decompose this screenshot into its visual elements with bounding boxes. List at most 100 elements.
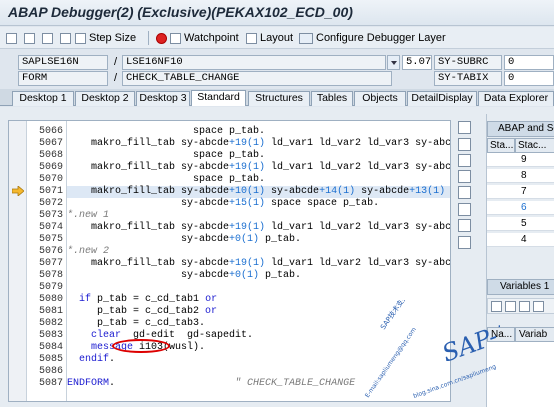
line-number: 5071 (38, 186, 63, 197)
stack-row-indicator[interactable] (487, 233, 515, 247)
line-number: 5068 (38, 150, 63, 161)
stack-column-1[interactable]: Sta... (487, 138, 515, 153)
tab-tables[interactable]: Tables (311, 91, 353, 106)
tab-standard[interactable]: Standard (191, 90, 246, 106)
configure-layer-button[interactable]: Configure Debugger Layer (299, 30, 446, 46)
tab-desktop-2[interactable]: Desktop 2 (75, 91, 135, 106)
stack-row-level[interactable]: 7 (515, 185, 554, 199)
line-number: 5074 (38, 222, 63, 233)
toolbar-divider (148, 31, 149, 45)
stack-row-indicator[interactable] (487, 201, 515, 215)
code-line: space p_tab. (67, 174, 266, 185)
line-number: 5069 (38, 162, 63, 173)
layout-label: Layout (260, 32, 294, 44)
close-tool-icon[interactable] (458, 121, 471, 134)
layout-button[interactable]: Layout (246, 30, 293, 46)
line-number: 5083 (38, 330, 63, 341)
line-number: 5080 (38, 294, 63, 305)
line-number-field: 5.071 (402, 55, 432, 70)
include-dropdown-button[interactable] (387, 55, 400, 70)
code-lines: space p_tab. makro_fill_tab sy-abcde+19(… (67, 121, 450, 401)
line-number: 5078 (38, 270, 63, 281)
var-tool-1-icon[interactable] (491, 301, 502, 312)
code-line: space p_tab. (67, 126, 266, 137)
line-number: 5084 (38, 342, 63, 353)
watchpoint-icon (170, 32, 181, 44)
maximize-tool-icon[interactable] (458, 154, 471, 167)
standard-desktop: 5066 5067 5068 5069 5070 5071 5072 5073 5074 5075… (0, 107, 554, 407)
line-number: 5070 (38, 174, 63, 185)
var-tool-4-icon[interactable] (533, 301, 544, 312)
stack-row-indicator[interactable] (487, 185, 515, 199)
code-line: space p_tab. (67, 150, 266, 161)
settings-tool-icon[interactable] (458, 236, 471, 249)
line-number: 5077 (38, 258, 63, 269)
debugger-toolbar: Step Size Watchpoint Layout Configure De… (0, 27, 554, 49)
code-line: ENDFORM. " CHECK_TABLE_CHANGE (67, 378, 356, 389)
gd-edit-highlight-circle (112, 339, 170, 353)
code-line: p_tab = c_cd_tab2 or (67, 306, 218, 317)
code-line: *.new 1 (67, 210, 110, 221)
stack-row-indicator[interactable] (487, 153, 515, 167)
right-pane: ABAP and Scr Sta... Stac... 9 8 7 6 5 4 Varia… (486, 114, 554, 407)
tab-structures[interactable]: Structures (248, 91, 310, 106)
stack-row-level[interactable]: 4 (515, 233, 554, 247)
line-number: 5086 (38, 366, 63, 377)
split-tool-icon[interactable] (458, 186, 471, 199)
line-numbers: 5066 5067 5068 5069 5070 5071 5072 5073 5074 5075… (27, 121, 67, 401)
event-name-field: CHECK_TABLE_CHANGE (122, 71, 392, 86)
var-tool-2-icon[interactable] (505, 301, 516, 312)
separator-slash: / (114, 56, 118, 68)
single-step-icon[interactable] (6, 30, 17, 46)
stack-row-level[interactable]: 9 (515, 153, 554, 167)
tab-desktop-3[interactable]: Desktop 3 (136, 91, 190, 106)
expand-tool-icon[interactable] (458, 203, 471, 216)
source-code-viewer[interactable]: 5066 5067 5068 5069 5070 5071 5072 5073 5074 5075… (8, 120, 451, 402)
separator-slash: / (114, 72, 118, 84)
code-line: makro_fill_tab sy-abcde+19(1) ld_var1 ld… (67, 222, 451, 233)
stack-row-level[interactable]: 8 (515, 169, 554, 183)
code-line: makro_fill_tab sy-abcde+19(1) ld_var1 ld… (67, 138, 451, 149)
stack-row-indicator[interactable] (487, 169, 515, 183)
variables-list (487, 342, 554, 407)
execute-icon[interactable] (24, 30, 35, 46)
event-row: FORM / CHECK_TABLE_CHANGE SY-TABIX 0 (0, 71, 554, 87)
line-number: 5087 (38, 378, 63, 389)
stack-row-level[interactable]: 5 (515, 217, 554, 231)
program-field: SAPLSE16N (18, 55, 108, 70)
sy-tabix-label: SY-TABIX (434, 71, 502, 86)
swap-tool-icon[interactable] (458, 170, 471, 183)
line-number: 5076 (38, 246, 63, 257)
variables-column-name[interactable]: Na... (487, 327, 515, 342)
stack-column-2[interactable]: Stac... (515, 138, 554, 153)
code-line: makro_fill_tab sy-abcde+19(1) ld_var1 ld… (67, 258, 451, 269)
step-size-icon (75, 32, 86, 44)
stack-row-level[interactable]: 6 (515, 201, 554, 215)
var-tool-3-icon[interactable] (519, 301, 530, 312)
step-size-button[interactable]: Step Size (75, 30, 136, 46)
tab-objects[interactable]: Objects (354, 91, 406, 106)
tab-detaildisplay[interactable]: DetailDisplay (407, 91, 477, 106)
code-line: sy-abcde+15(1) space space p_tab. (67, 198, 380, 209)
stack-row-indicator[interactable] (487, 217, 515, 231)
current-line-arrow-icon (12, 186, 24, 196)
return-icon[interactable] (42, 30, 53, 46)
event-type-field: FORM (18, 71, 108, 86)
code-line: p_tab = c_cd_tab3. (67, 318, 206, 329)
sy-tabix-value: 0 (504, 71, 554, 86)
configure-layer-label: Configure Debugger Layer (316, 32, 446, 44)
line-number: 5066 (38, 126, 63, 137)
line-number: 5072 (38, 198, 63, 209)
attach-tool-icon[interactable] (458, 219, 471, 232)
breakpoint-gutter[interactable] (9, 121, 27, 401)
line-number: 5075 (38, 234, 63, 245)
replace-tool-icon[interactable] (458, 138, 471, 151)
continue-icon[interactable] (60, 30, 71, 46)
tab-data-explorer[interactable]: Data Explorer (478, 91, 554, 106)
watchpoint-button[interactable]: Watchpoint (156, 30, 239, 46)
variables-column-value[interactable]: Variab (515, 327, 554, 342)
tab-desktop-1[interactable]: Desktop 1 (12, 91, 74, 106)
layout-icon (246, 32, 257, 44)
